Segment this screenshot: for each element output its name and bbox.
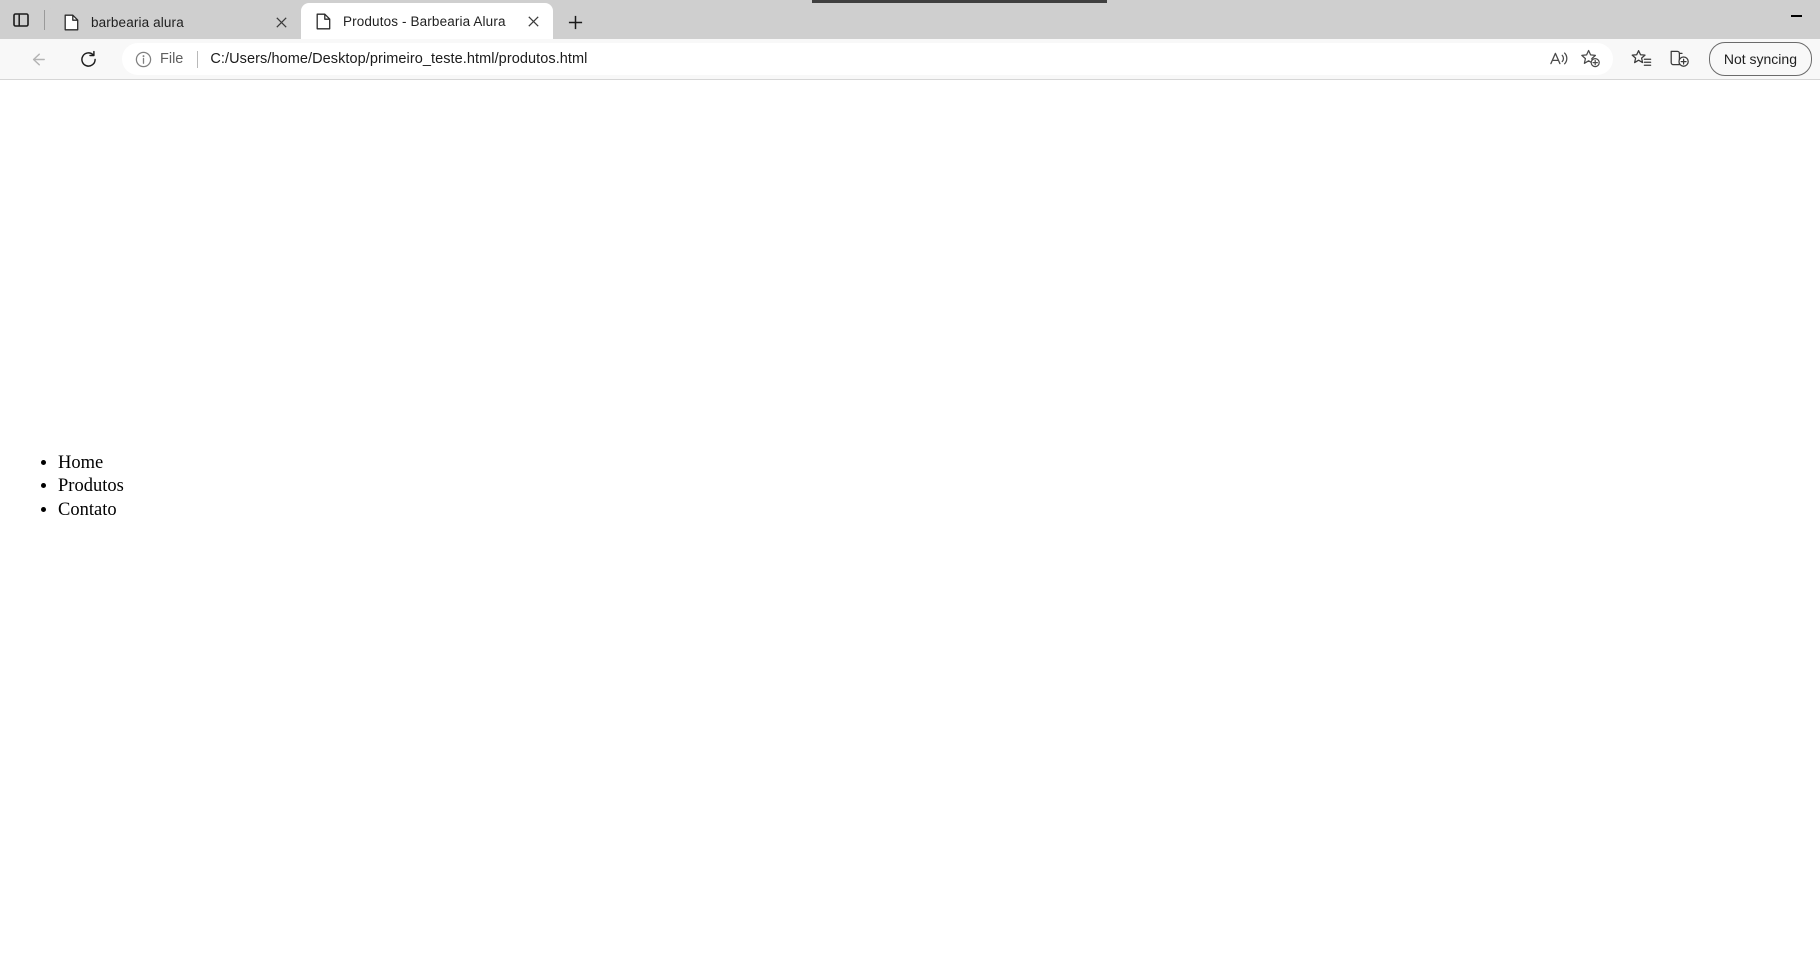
tab-title: barbearia alura (91, 14, 184, 30)
browser-window: barbearia alura Produtos - Barbearia Alu… (0, 0, 1820, 955)
reload-icon (80, 50, 96, 67)
close-icon[interactable] (521, 9, 545, 33)
add-favorite-star-icon[interactable] (1575, 45, 1607, 73)
new-tab-button[interactable] (557, 5, 593, 39)
toolbar-right-actions: Not syncing (1623, 42, 1812, 76)
window-controls (1773, 0, 1820, 39)
browser-tab-active[interactable]: Produtos - Barbearia Alura (301, 3, 553, 39)
list-item: Produtos (58, 475, 124, 498)
nav-item-label: Home (58, 453, 104, 473)
nav-item-label: Contato (58, 499, 117, 520)
reload-button[interactable] (69, 42, 107, 76)
favorites-list-icon[interactable] (1623, 42, 1661, 76)
list-item: Contato (58, 499, 124, 522)
url-text[interactable]: C:/Users/home/Desktop/primeiro_teste.htm… (210, 51, 1534, 67)
nav-item-label: Produtos (58, 476, 124, 497)
read-aloud-icon[interactable] (1543, 45, 1575, 73)
tab-strip-divider (44, 10, 45, 30)
page-viewport: Home Produtos Contato (0, 81, 1820, 955)
browser-toolbar: File C:/Users/home/Desktop/primeiro_test… (0, 39, 1820, 80)
window-top-edge-artifact (812, 0, 1107, 3)
minimize-icon (1791, 14, 1802, 17)
address-bar[interactable]: File C:/Users/home/Desktop/primeiro_test… (122, 43, 1613, 75)
page-nav-list: Home Produtos Contato (58, 452, 124, 522)
tab-strip: barbearia alura Produtos - Barbearia Alu… (0, 0, 1820, 39)
info-circle-icon[interactable] (128, 51, 158, 68)
url-scheme-label: File (160, 51, 184, 67)
browser-tab-inactive[interactable]: barbearia alura (49, 5, 301, 39)
minimize-button[interactable] (1773, 0, 1820, 31)
vertical-tabs-icon[interactable] (0, 0, 42, 39)
close-icon[interactable] (269, 10, 293, 34)
profile-sync-label: Not syncing (1723, 51, 1797, 67)
omnibox-separator (197, 50, 199, 68)
tab-title: Produtos - Barbearia Alura (343, 13, 506, 29)
list-item: Home (58, 452, 124, 475)
document-icon (315, 13, 332, 30)
profile-sync-button[interactable]: Not syncing (1708, 42, 1812, 76)
document-icon (63, 14, 80, 31)
omnibox-actions (1543, 45, 1607, 73)
back-arrow-icon (32, 53, 45, 65)
back-button[interactable] (18, 42, 56, 76)
collections-icon[interactable] (1661, 42, 1699, 76)
